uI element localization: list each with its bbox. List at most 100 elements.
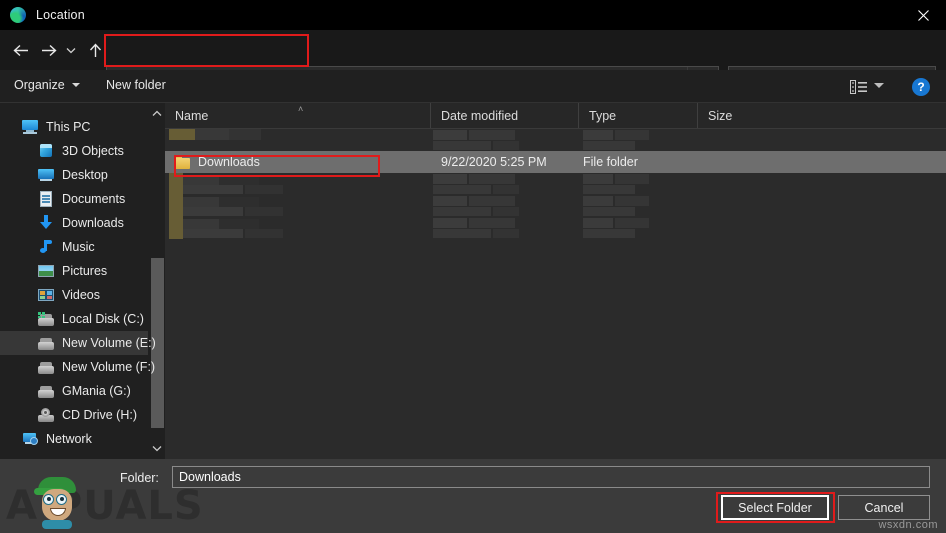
arrow-up-icon[interactable] bbox=[82, 36, 108, 64]
hard-drive-icon bbox=[38, 359, 54, 375]
cell-date-modified: 9/22/2020 5:25 PM bbox=[441, 155, 547, 169]
redacted-block bbox=[469, 174, 515, 184]
sidebar-item-this-pc[interactable]: This PC bbox=[0, 115, 148, 139]
sidebar-item-label: Downloads bbox=[62, 216, 124, 230]
cell-type: File folder bbox=[583, 155, 638, 169]
help-button[interactable]: ? bbox=[912, 78, 930, 96]
column-header-size[interactable]: Size bbox=[697, 103, 777, 128]
sidebar-item-label: Music bbox=[62, 240, 95, 254]
folder-field-label: Folder: bbox=[120, 471, 159, 485]
redacted-block bbox=[219, 175, 259, 185]
sidebar-item-network[interactable]: Network bbox=[0, 427, 148, 451]
sidebar-scroll-down-chevron-down-icon[interactable] bbox=[149, 440, 164, 457]
redacted-block bbox=[183, 219, 219, 229]
table-row[interactable] bbox=[165, 173, 946, 195]
sidebar-item-cd-drive-h[interactable]: CD Drive (H:) bbox=[0, 403, 148, 427]
table-row[interactable] bbox=[165, 217, 946, 239]
redacted-block bbox=[169, 195, 183, 217]
hard-drive-icon bbox=[38, 335, 54, 351]
new-folder-button[interactable]: New folder bbox=[106, 78, 166, 92]
redacted-block bbox=[583, 174, 613, 184]
title-bar: Location bbox=[0, 0, 946, 30]
caret-down-icon bbox=[71, 83, 80, 87]
downloads-icon bbox=[38, 215, 54, 231]
pictures-icon bbox=[38, 263, 54, 279]
redacted-block bbox=[583, 185, 635, 194]
sidebar-item-gmania-g[interactable]: GMania (G:) bbox=[0, 379, 148, 403]
cancel-button[interactable]: Cancel bbox=[838, 495, 930, 520]
folder-icon bbox=[175, 155, 190, 169]
sidebar-item-label: Desktop bbox=[62, 168, 108, 182]
redacted-block bbox=[169, 217, 183, 239]
view-options-caret-down-icon[interactable] bbox=[874, 83, 884, 88]
redacted-block bbox=[219, 219, 259, 229]
navigation-sidebar: This PC 3D Objects Desktop Documents Downloa… bbox=[0, 103, 165, 459]
sidebar-item-label: GMania (G:) bbox=[62, 384, 131, 398]
column-header-type[interactable]: Type bbox=[578, 103, 697, 128]
redacted-block bbox=[493, 229, 519, 238]
folder-name-input[interactable]: Downloads bbox=[172, 466, 930, 488]
music-icon bbox=[38, 239, 54, 255]
redacted-block bbox=[183, 175, 219, 185]
redacted-block bbox=[433, 174, 467, 184]
sidebar-item-new-volume-e[interactable]: New Volume (E:) bbox=[0, 331, 156, 355]
network-icon bbox=[22, 431, 38, 447]
sidebar-item-label: Videos bbox=[62, 288, 100, 302]
redacted-block bbox=[433, 141, 491, 150]
sidebar-item-videos[interactable]: Videos bbox=[0, 283, 148, 307]
sidebar-item-label: New Volume (E:) bbox=[62, 336, 156, 350]
redacted-block bbox=[219, 197, 259, 207]
redacted-block bbox=[615, 218, 649, 228]
sidebar-item-desktop[interactable]: Desktop bbox=[0, 163, 148, 187]
table-row[interactable] bbox=[165, 129, 946, 151]
column-header-label: Type bbox=[589, 108, 617, 123]
sidebar-item-music[interactable]: Music bbox=[0, 235, 148, 259]
file-name-label: Downloads bbox=[198, 155, 260, 169]
select-folder-button[interactable]: Select Folder bbox=[721, 495, 829, 520]
redacted-block bbox=[469, 196, 515, 206]
redacted-block bbox=[245, 207, 283, 216]
sidebar-item-local-disk-c[interactable]: Local Disk (C:) bbox=[0, 307, 148, 331]
table-row[interactable]: Downloads 9/22/2020 5:25 PM File folder bbox=[165, 151, 946, 173]
organize-button[interactable]: Organize bbox=[14, 78, 80, 92]
arrow-right-icon[interactable] bbox=[36, 36, 62, 64]
redacted-block bbox=[493, 141, 519, 150]
cell-name: Downloads bbox=[175, 151, 260, 173]
cd-drive-icon bbox=[38, 407, 54, 423]
computer-icon bbox=[22, 119, 38, 135]
redacted-block bbox=[433, 185, 491, 194]
sidebar-item-label: 3D Objects bbox=[62, 144, 124, 158]
file-list-pane: Name ˄ Date modified Type Size Downloads 9/22… bbox=[165, 103, 946, 459]
column-header-label: Name bbox=[175, 108, 209, 123]
redacted-block bbox=[583, 207, 635, 216]
list-view-icon[interactable] bbox=[850, 80, 867, 94]
column-header-date-modified[interactable]: Date modified bbox=[430, 103, 578, 128]
close-icon[interactable] bbox=[900, 0, 946, 30]
redacted-block bbox=[169, 129, 195, 140]
3d-objects-icon bbox=[38, 143, 54, 159]
redacted-block bbox=[183, 185, 243, 194]
redacted-block bbox=[493, 185, 519, 194]
redacted-block bbox=[493, 207, 519, 216]
sidebar-item-documents[interactable]: Documents bbox=[0, 187, 148, 211]
sidebar-item-label: Local Disk (C:) bbox=[62, 312, 144, 326]
redacted-block bbox=[583, 141, 635, 150]
sidebar-item-label: This PC bbox=[46, 120, 91, 134]
column-header-name[interactable]: Name ˄ bbox=[165, 103, 430, 128]
sidebar-item-3d-objects[interactable]: 3D Objects bbox=[0, 139, 148, 163]
organize-label: Organize bbox=[14, 78, 65, 92]
desktop-icon bbox=[38, 167, 54, 183]
sidebar-item-label: Documents bbox=[62, 192, 126, 206]
recent-locations-chevron-down-icon[interactable] bbox=[62, 36, 80, 64]
windows-drive-icon bbox=[38, 311, 54, 327]
sidebar-item-downloads[interactable]: Downloads bbox=[0, 211, 148, 235]
redacted-block bbox=[469, 218, 515, 228]
arrow-left-icon[interactable] bbox=[8, 36, 34, 64]
sidebar-item-pictures[interactable]: Pictures bbox=[0, 259, 148, 283]
sidebar-item-label: New Volume (F:) bbox=[62, 360, 156, 374]
sidebar-item-new-volume-f[interactable]: New Volume (F:) bbox=[0, 355, 155, 379]
column-header-row: Name ˄ Date modified Type Size bbox=[165, 103, 946, 129]
redacted-block bbox=[433, 218, 467, 228]
table-row[interactable] bbox=[165, 195, 946, 217]
sidebar-scroll-up-chevron-up-icon[interactable] bbox=[149, 105, 164, 122]
